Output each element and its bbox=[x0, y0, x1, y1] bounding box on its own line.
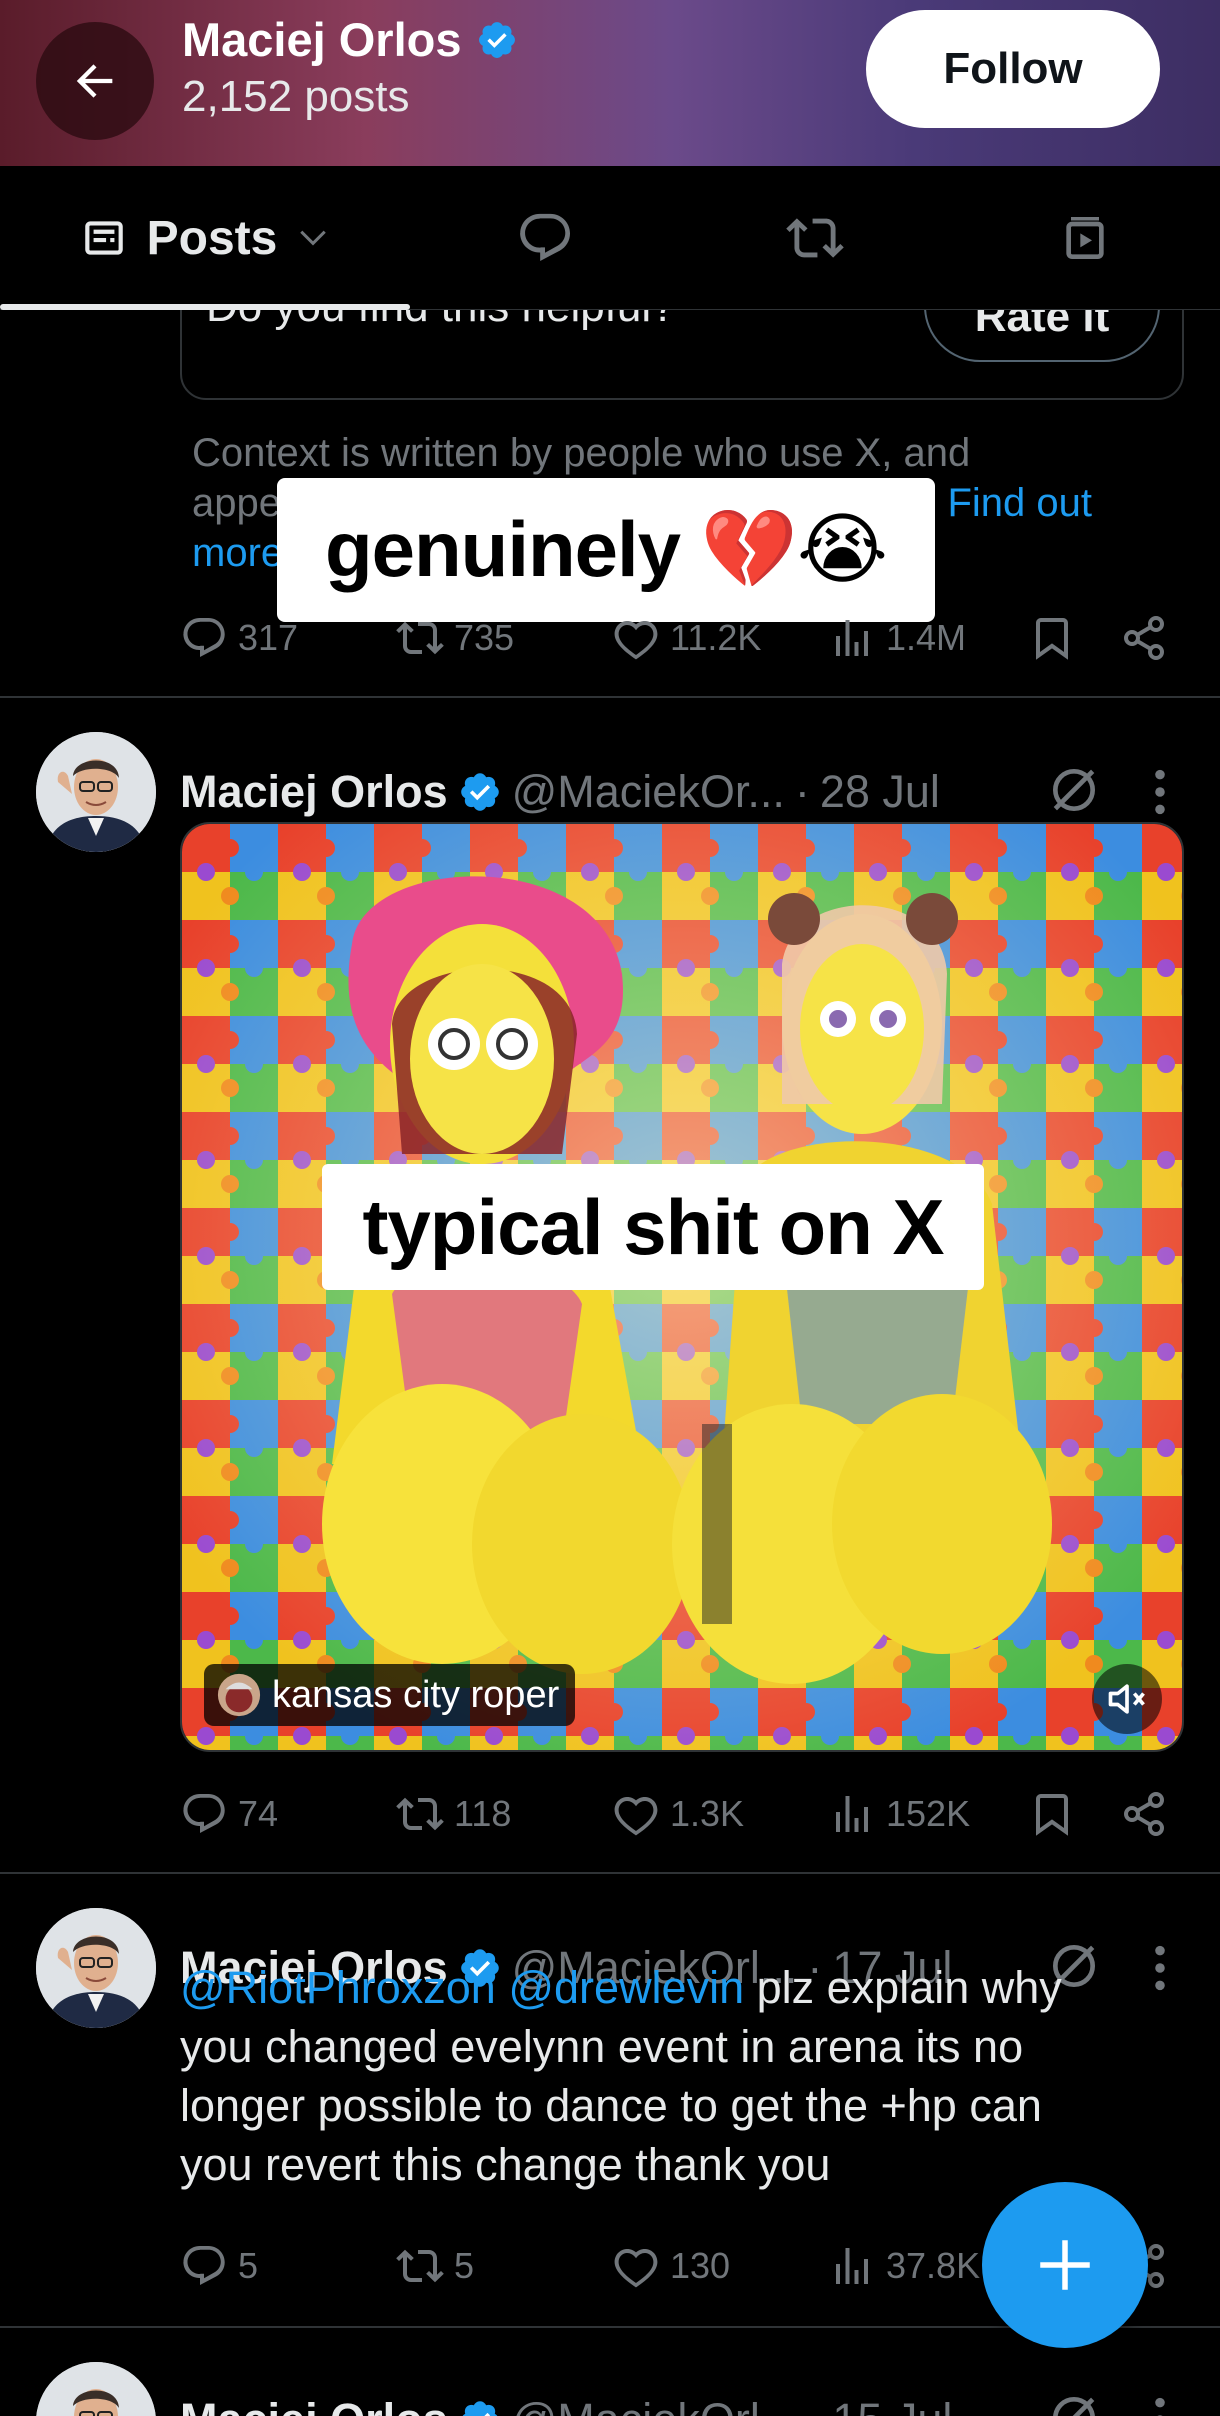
tab-media[interactable] bbox=[950, 166, 1220, 310]
avatar[interactable] bbox=[36, 732, 156, 852]
avatar[interactable] bbox=[36, 2362, 156, 2416]
post-divider bbox=[0, 1872, 1220, 1874]
post-divider bbox=[0, 696, 1220, 698]
more-options-icon[interactable] bbox=[1150, 766, 1170, 818]
repost-icon bbox=[396, 2249, 444, 2283]
profile-tabs: Posts bbox=[0, 166, 1220, 310]
profile-name: Maciej Orlos bbox=[182, 12, 518, 67]
posts-feed-icon bbox=[84, 221, 123, 255]
note-helpful-question: Do you find this helpful? bbox=[206, 310, 676, 332]
post-count: 2,152 posts bbox=[182, 72, 410, 121]
reply-bubble-icon bbox=[520, 213, 571, 261]
reply-icon bbox=[183, 2246, 225, 2285]
profile-header: Maciej Orlos 2,152 posts Follow bbox=[0, 0, 1220, 166]
like-button[interactable]: 1.3K bbox=[612, 1784, 744, 1844]
grok-icon[interactable] bbox=[1046, 2390, 1102, 2416]
author-handle[interactable]: @MaciekOr... bbox=[512, 766, 785, 818]
avatar-portrait bbox=[36, 1908, 156, 2028]
repost-button[interactable]: 118 bbox=[396, 1784, 511, 1844]
heart-icon bbox=[614, 620, 658, 660]
post-video[interactable]: typical shit on X kansas city roper bbox=[180, 822, 1184, 1752]
verified-badge-icon bbox=[460, 773, 499, 811]
heart-icon bbox=[614, 2248, 658, 2288]
post-date[interactable]: 15 Jul bbox=[832, 2394, 952, 2416]
repost-icon bbox=[786, 218, 844, 258]
more-options-icon[interactable] bbox=[1150, 2394, 1170, 2416]
tab-reposts[interactable] bbox=[680, 166, 950, 310]
views-button[interactable]: 37.8K bbox=[828, 2236, 980, 2296]
video-media-icon bbox=[1066, 217, 1104, 259]
post-header: Maciej Orlos @MaciekOrl... · 15 Jul bbox=[180, 2390, 952, 2416]
reply-button[interactable]: 5 bbox=[180, 2236, 258, 2296]
share-icon[interactable] bbox=[1120, 1784, 1168, 1844]
author-name[interactable]: Maciej Orlos bbox=[180, 2394, 448, 2416]
follow-button[interactable]: Follow bbox=[866, 10, 1160, 128]
video-caption-overlay: typical shit on X bbox=[322, 1164, 984, 1290]
tab-posts-label: Posts bbox=[146, 211, 278, 265]
speaker-muted-icon bbox=[1108, 1684, 1145, 1714]
mention-link[interactable]: @RiotPhroxzon bbox=[180, 1962, 496, 2013]
analytics-icon bbox=[836, 620, 868, 656]
avatar-portrait bbox=[36, 2362, 156, 2416]
views-button[interactable]: 152K bbox=[828, 1784, 970, 1844]
like-button[interactable]: 130 bbox=[612, 2236, 730, 2296]
rate-it-button[interactable]: Rate it bbox=[924, 310, 1160, 362]
post-header: Maciej Orlos @MaciekOr... · 28 Jul bbox=[180, 766, 940, 818]
compose-post-button[interactable] bbox=[982, 2182, 1148, 2348]
bookmark-icon[interactable] bbox=[1028, 608, 1076, 668]
post1-actions: 74 118 1.3K 152K bbox=[180, 1784, 1180, 1844]
share-icon[interactable] bbox=[1120, 608, 1168, 668]
heart-icon bbox=[614, 1796, 658, 1836]
analytics-icon bbox=[836, 1796, 868, 1832]
reply-button[interactable]: 317 bbox=[180, 608, 298, 668]
tab-replies[interactable] bbox=[410, 166, 680, 310]
plus-icon bbox=[1040, 2240, 1090, 2290]
avatar-portrait bbox=[36, 732, 156, 852]
author-name[interactable]: Maciej Orlos bbox=[180, 766, 448, 818]
repost-icon bbox=[396, 1797, 444, 1831]
repost-button[interactable]: 5 bbox=[396, 2236, 474, 2296]
verified-badge-icon bbox=[462, 2401, 497, 2416]
views-button[interactable]: 1.4M bbox=[828, 608, 966, 668]
find-out-more-link[interactable]: Find out bbox=[947, 478, 1092, 528]
post0-actions: 317 735 11.2K 1.4M bbox=[180, 608, 1180, 668]
overlay-caption-genuinely: genuinely 💔😭 bbox=[277, 478, 935, 622]
timeline-feed: Do you find this helpful? Rate it Contex… bbox=[0, 310, 1220, 2416]
repost-button[interactable]: 735 bbox=[396, 608, 514, 668]
mute-button[interactable] bbox=[1092, 1664, 1162, 1734]
reply-button[interactable]: 74 bbox=[180, 1784, 278, 1844]
reply-icon bbox=[183, 618, 225, 657]
back-arrow-icon bbox=[76, 64, 113, 98]
video-tag[interactable]: kansas city roper bbox=[204, 1664, 576, 1726]
post-date[interactable]: 28 Jul bbox=[820, 766, 940, 818]
chevron-down-icon[interactable] bbox=[295, 220, 331, 256]
bookmark-icon[interactable] bbox=[1028, 1784, 1076, 1844]
analytics-icon bbox=[836, 2248, 868, 2284]
reply-icon bbox=[183, 1794, 225, 1833]
avatar[interactable] bbox=[36, 1908, 156, 2028]
back-button[interactable] bbox=[36, 22, 154, 140]
mention-link[interactable]: @drewlevin bbox=[508, 1962, 744, 2013]
author-handle[interactable]: @MaciekOrl... bbox=[512, 2394, 798, 2416]
tag-avatar-icon bbox=[217, 1673, 261, 1717]
like-button[interactable]: 11.2K bbox=[612, 608, 761, 668]
grok-icon[interactable] bbox=[1046, 762, 1102, 818]
post-body-text: @RiotPhroxzon @drewlevin plz explain why… bbox=[180, 1962, 1062, 2190]
tab-posts[interactable]: Posts bbox=[0, 166, 410, 310]
repost-icon bbox=[396, 621, 444, 655]
verified-badge-icon bbox=[478, 21, 515, 58]
